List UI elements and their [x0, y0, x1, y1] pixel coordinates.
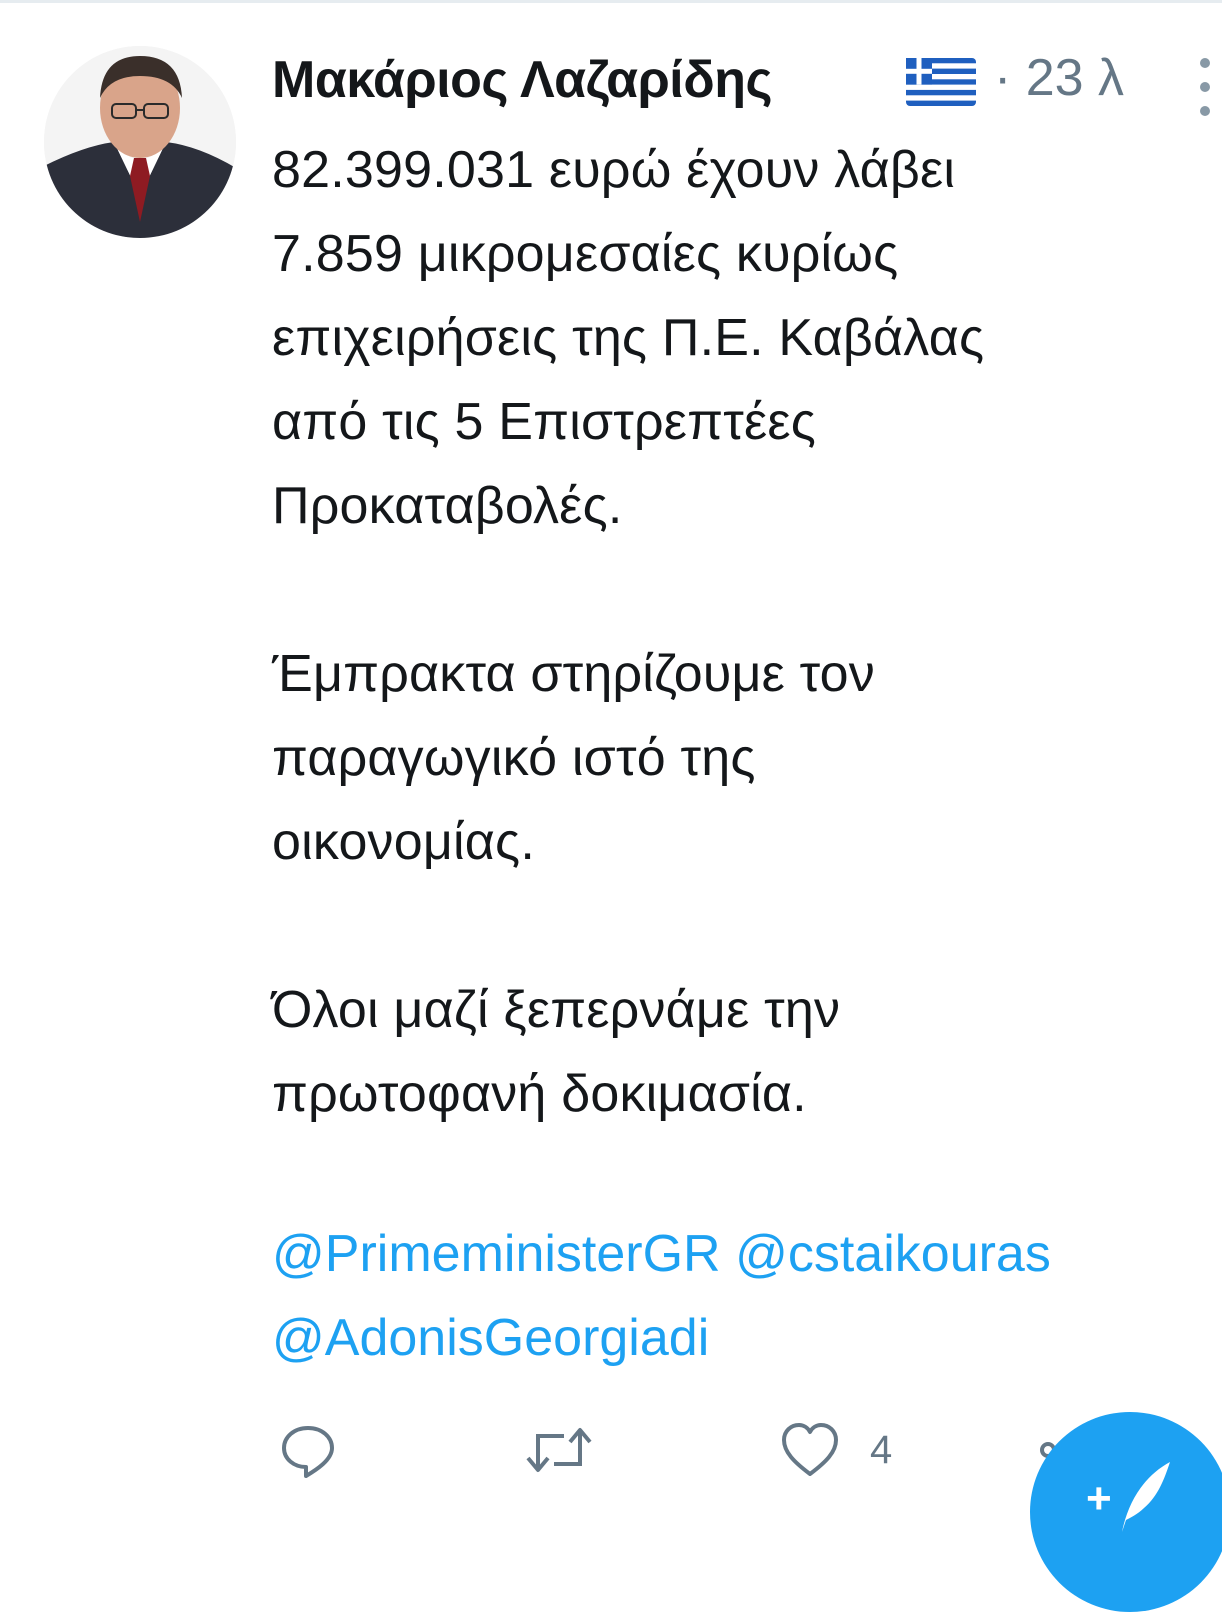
more-options-icon[interactable] [1192, 54, 1220, 124]
tweet-line: επιχειρήσεις της Π.Ε. Καβάλας [272, 309, 985, 367]
tweet-paragraph: Όλοι μαζί ξεπερνάμε την πρωτοφανή δοκιμα… [272, 968, 1217, 1136]
plus-icon: + [1086, 1474, 1112, 1523]
tweet-text: 82.399.031 ευρώ έχουν λάβει 7.859 μικρομ… [272, 128, 1217, 1136]
mention-link[interactable]: @PrimeministerGR [272, 1225, 721, 1283]
tweet-header: Μακάριος Λαζαρίδης · 23 λ [272, 44, 1222, 124]
tweet-line: Έμπρακτα στηρίζουμε τον [272, 645, 875, 703]
like-button[interactable]: 4 [780, 1410, 892, 1490]
tweet-time[interactable]: · 23 λ [994, 48, 1124, 108]
mention-link[interactable]: @cstaikouras [735, 1225, 1051, 1283]
reply-button[interactable] [278, 1410, 338, 1490]
greek-flag-icon [906, 58, 976, 106]
tweet-line: οικονομίας. [272, 813, 535, 871]
tweet-line: Προκαταβολές. [272, 477, 623, 535]
top-divider [0, 0, 1222, 3]
author-name[interactable]: Μακάριος Λαζαρίδης [272, 50, 773, 110]
retweet-icon [526, 1428, 592, 1472]
mentions: @PrimeministerGR @cstaikouras @AdonisGeo… [272, 1212, 1222, 1380]
like-count: 4 [870, 1427, 893, 1472]
compose-tweet-icon [1122, 1462, 1170, 1532]
compose-tweet-button[interactable]: + [1030, 1412, 1222, 1612]
tweet-line: από τις 5 Επιστρεπτέες [272, 393, 817, 451]
like-icon [782, 1423, 838, 1476]
tweet-line: 82.399.031 ευρώ έχουν λάβει [272, 141, 956, 199]
tweet-line: πρωτοφανή δοκιμασία. [272, 1065, 807, 1123]
tweet-paragraph: 82.399.031 ευρώ έχουν λάβει 7.859 μικρομ… [272, 128, 1217, 548]
tweet-line: Όλοι μαζί ξεπερνάμε την [272, 981, 841, 1039]
retweet-button[interactable] [524, 1410, 594, 1490]
mention-link[interactable]: @AdonisGeorgiadi [272, 1309, 709, 1367]
avatar[interactable] [44, 46, 236, 238]
reply-icon [282, 1426, 334, 1478]
tweet-line: 7.859 μικρομεσαίες κυρίως [272, 225, 899, 283]
tweet-line: παραγωγικό ιστό της [272, 729, 756, 787]
tweet-paragraph: Έμπρακτα στηρίζουμε τον παραγωγικό ιστό … [272, 632, 1217, 884]
